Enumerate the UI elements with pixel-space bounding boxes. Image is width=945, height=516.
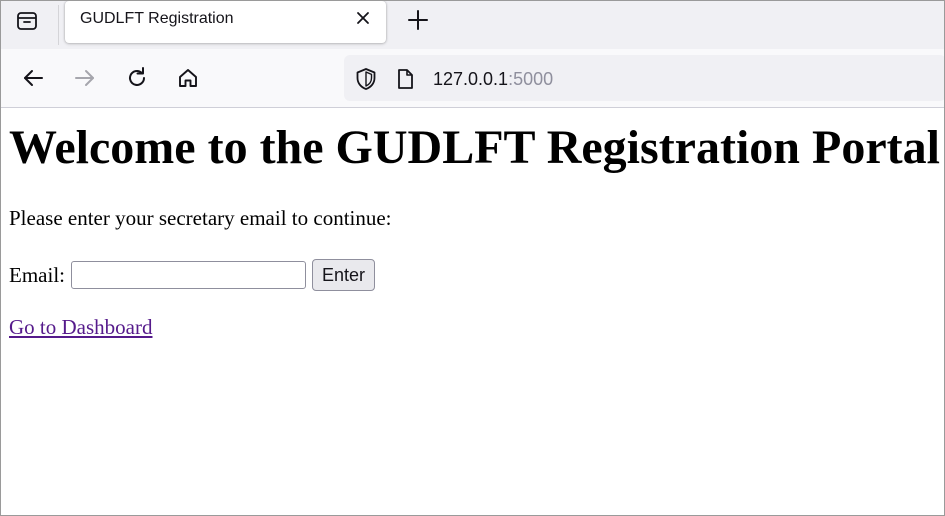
tab-separator: [58, 5, 59, 45]
navigation-toolbar: 127.0.0.1:5000: [1, 49, 944, 108]
page-content: Welcome to the GUDLFT Registration Porta…: [1, 108, 944, 515]
url-text[interactable]: 127.0.0.1:5000: [433, 69, 553, 90]
browser-window: GUDLFT Registration 127.0.0.1:5000 Welco…: [0, 0, 945, 516]
email-input[interactable]: [71, 261, 306, 289]
page-heading: Welcome to the GUDLFT Registration Porta…: [9, 121, 945, 174]
tab-title: GUDLFT Registration: [80, 10, 234, 27]
url-bar[interactable]: 127.0.0.1:5000: [344, 55, 944, 101]
forward-arrow-icon[interactable]: [71, 64, 99, 92]
enter-button[interactable]: Enter: [312, 259, 376, 291]
email-label: Email:: [9, 262, 65, 287]
email-form: Email: Enter: [9, 258, 376, 292]
url-port: :5000: [508, 69, 554, 89]
url-host: 127.0.0.1: [433, 69, 509, 89]
plus-icon[interactable]: [405, 7, 431, 33]
shield-icon[interactable]: [354, 67, 378, 91]
email-prompt: Please enter your secretary email to con…: [9, 206, 392, 230]
tab-overview-icon[interactable]: [11, 5, 43, 37]
tab-strip: GUDLFT Registration: [1, 1, 944, 49]
back-arrow-icon[interactable]: [19, 64, 47, 92]
tab-active[interactable]: GUDLFT Registration: [65, 1, 386, 43]
dashboard-link[interactable]: Go to Dashboard: [9, 315, 152, 340]
reload-icon[interactable]: [123, 64, 151, 92]
page-icon[interactable]: [394, 67, 416, 91]
close-icon[interactable]: [354, 9, 372, 27]
home-icon[interactable]: [174, 64, 202, 92]
